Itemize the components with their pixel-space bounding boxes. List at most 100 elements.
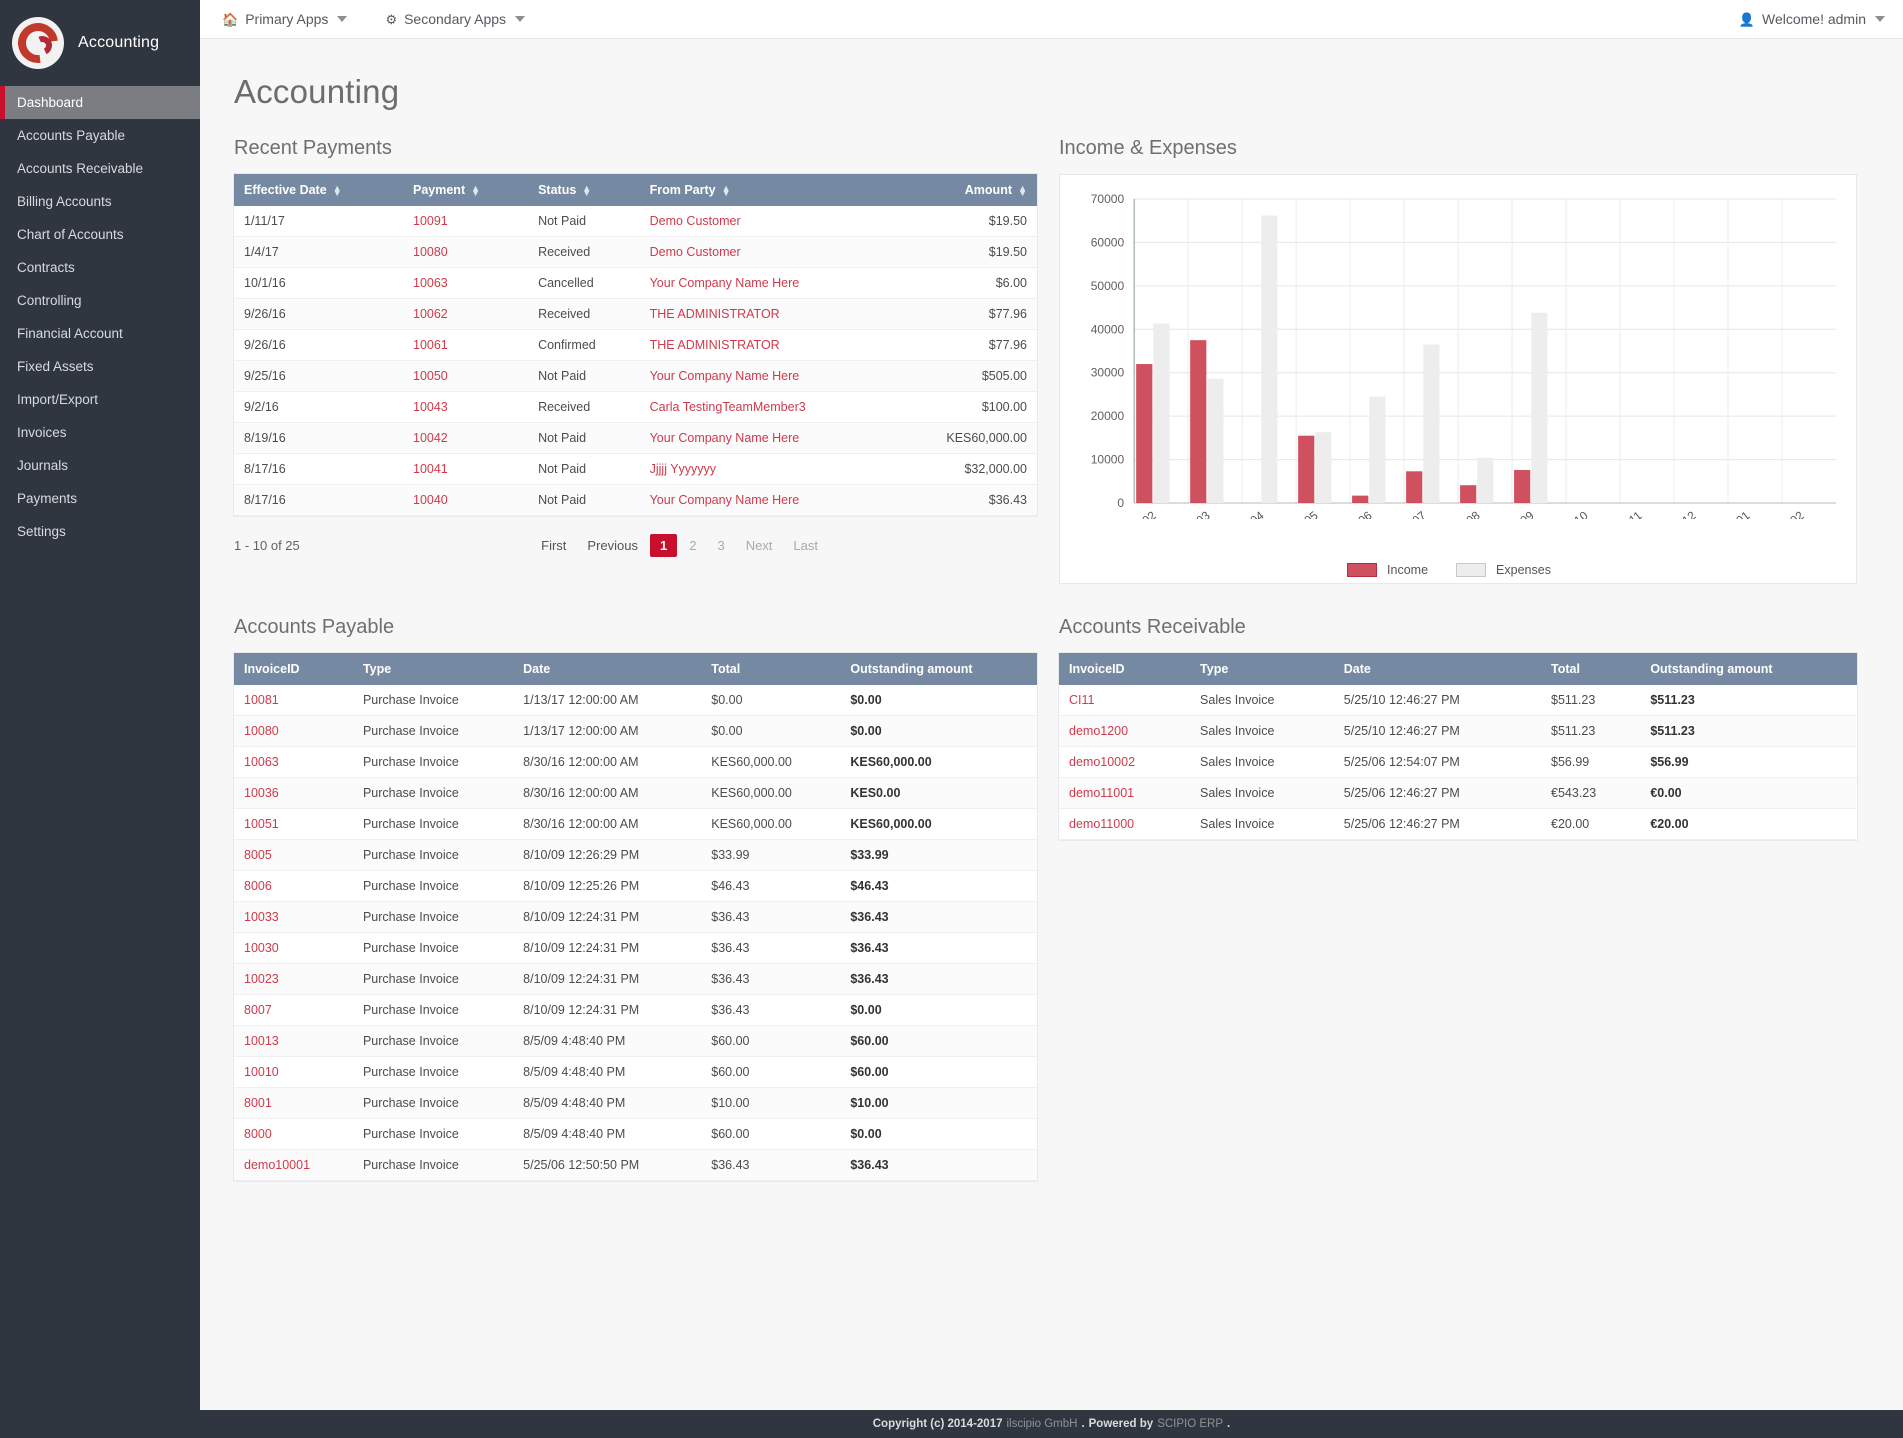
pagination-page-1[interactable]: 1 (650, 534, 677, 557)
table-row[interactable]: 9/26/1610062ReceivedTHE ADMINISTRATOR$77… (234, 299, 1037, 330)
record-link[interactable]: 10013 (244, 1034, 279, 1048)
sidebar-item-billing-accounts[interactable]: Billing Accounts (0, 185, 200, 218)
pagination-previous[interactable]: Previous (578, 534, 647, 557)
column-header-status[interactable]: Status▲▼ (528, 174, 640, 206)
record-link[interactable]: Demo Customer (650, 245, 741, 259)
record-link[interactable]: 10041 (413, 462, 448, 476)
record-link[interactable]: 10030 (244, 941, 279, 955)
chart-bar[interactable] (1207, 379, 1223, 503)
sidebar-item-financial-account[interactable]: Financial Account (0, 317, 200, 350)
sidebar-item-settings[interactable]: Settings (0, 515, 200, 548)
chart-bar[interactable] (1153, 324, 1169, 503)
chart-bar[interactable] (1136, 364, 1152, 503)
record-link[interactable]: demo11001 (1069, 786, 1134, 800)
sort-icon[interactable]: ▲▼ (582, 186, 591, 196)
sidebar-item-payments[interactable]: Payments (0, 482, 200, 515)
table-row[interactable]: 8007Purchase Invoice8/10/09 12:24:31 PM$… (234, 995, 1037, 1026)
table-row[interactable]: 10051Purchase Invoice8/30/16 12:00:00 AM… (234, 809, 1037, 840)
record-link[interactable]: Demo Customer (650, 214, 741, 228)
record-link[interactable]: Your Company Name Here (650, 369, 800, 383)
sidebar-item-fixed-assets[interactable]: Fixed Assets (0, 350, 200, 383)
chart-bar[interactable] (1315, 432, 1331, 503)
chart-bar[interactable] (1460, 485, 1476, 503)
sidebar-item-accounts-payable[interactable]: Accounts Payable (0, 119, 200, 152)
chart-bar[interactable] (1261, 216, 1277, 503)
sidebar-item-dashboard[interactable]: Dashboard (0, 86, 200, 119)
record-link[interactable]: 10023 (244, 972, 279, 986)
chart-bar[interactable] (1298, 436, 1314, 503)
table-row[interactable]: 1/11/1710091Not PaidDemo Customer$19.50 (234, 206, 1037, 237)
table-row[interactable]: 8/17/1610041Not PaidJjjjj Yyyyyyy$32,000… (234, 454, 1037, 485)
table-row[interactable]: CI11Sales Invoice5/25/10 12:46:27 PM$511… (1059, 685, 1857, 716)
record-link[interactable]: 10050 (413, 369, 448, 383)
sort-icon[interactable]: ▲▼ (1018, 186, 1027, 196)
record-link[interactable]: Your Company Name Here (650, 493, 800, 507)
record-link[interactable]: 10080 (244, 724, 279, 738)
chart-bar[interactable] (1352, 496, 1368, 503)
record-link[interactable]: demo10002 (1069, 755, 1135, 769)
table-row[interactable]: 10033Purchase Invoice8/10/09 12:24:31 PM… (234, 902, 1037, 933)
sidebar-item-contracts[interactable]: Contracts (0, 251, 200, 284)
record-link[interactable]: CI11 (1069, 693, 1094, 707)
record-link[interactable]: 10061 (413, 338, 448, 352)
secondary-apps-menu[interactable]: ⚙ Secondary Apps (385, 11, 525, 27)
record-link[interactable]: 10080 (413, 245, 448, 259)
chart-bar[interactable] (1477, 458, 1493, 503)
chart-bar[interactable] (1190, 340, 1206, 503)
table-row[interactable]: 10/1/1610063CancelledYour Company Name H… (234, 268, 1037, 299)
record-link[interactable]: Carla TestingTeamMember3 (650, 400, 806, 414)
table-row[interactable]: 10081Purchase Invoice1/13/17 12:00:00 AM… (234, 685, 1037, 716)
table-row[interactable]: demo1200Sales Invoice5/25/10 12:46:27 PM… (1059, 716, 1857, 747)
sort-icon[interactable]: ▲▼ (722, 186, 731, 196)
column-header-amount[interactable]: Amount▲▼ (892, 174, 1037, 206)
table-row[interactable]: 9/2/1610043ReceivedCarla TestingTeamMemb… (234, 392, 1037, 423)
footer-company[interactable]: ilscipio GmbH (1007, 1418, 1078, 1430)
table-row[interactable]: 8005Purchase Invoice8/10/09 12:26:29 PM$… (234, 840, 1037, 871)
sidebar-item-import-export[interactable]: Import/Export (0, 383, 200, 416)
table-row[interactable]: 10080Purchase Invoice1/13/17 12:00:00 AM… (234, 716, 1037, 747)
table-row[interactable]: 8001Purchase Invoice8/5/09 4:48:40 PM$10… (234, 1088, 1037, 1119)
record-link[interactable]: 10036 (244, 786, 279, 800)
brand-header[interactable]: Accounting (0, 0, 200, 86)
record-link[interactable]: 10043 (413, 400, 448, 414)
sidebar-item-journals[interactable]: Journals (0, 449, 200, 482)
table-row[interactable]: 9/26/1610061ConfirmedTHE ADMINISTRATOR$7… (234, 330, 1037, 361)
table-row[interactable]: demo10001Purchase Invoice5/25/06 12:50:5… (234, 1150, 1037, 1181)
sidebar-item-controlling[interactable]: Controlling (0, 284, 200, 317)
table-row[interactable]: 1/4/1710080ReceivedDemo Customer$19.50 (234, 237, 1037, 268)
footer-product[interactable]: SCIPIO ERP (1157, 1418, 1223, 1430)
record-link[interactable]: 10040 (413, 493, 448, 507)
chart-bar[interactable] (1531, 313, 1547, 503)
record-link[interactable]: 10051 (244, 817, 279, 831)
table-row[interactable]: 9/25/1610050Not PaidYour Company Name He… (234, 361, 1037, 392)
record-link[interactable]: THE ADMINISTRATOR (650, 307, 780, 321)
chart-bar[interactable] (1423, 344, 1439, 503)
table-row[interactable]: 8000Purchase Invoice8/5/09 4:48:40 PM$60… (234, 1119, 1037, 1150)
record-link[interactable]: 8000 (244, 1127, 272, 1141)
sidebar-item-chart-of-accounts[interactable]: Chart of Accounts (0, 218, 200, 251)
table-row[interactable]: 10023Purchase Invoice8/10/09 12:24:31 PM… (234, 964, 1037, 995)
record-link[interactable]: 10081 (244, 693, 279, 707)
record-link[interactable]: 10033 (244, 910, 279, 924)
record-link[interactable]: 8005 (244, 848, 272, 862)
column-header-payment[interactable]: Payment▲▼ (403, 174, 528, 206)
column-header-from-party[interactable]: From Party▲▼ (640, 174, 893, 206)
user-menu[interactable]: 👤 Welcome! admin (1739, 11, 1885, 27)
record-link[interactable]: Your Company Name Here (650, 276, 800, 290)
pagination-last[interactable]: Last (784, 534, 827, 557)
table-row[interactable]: 8/19/1610042Not PaidYour Company Name He… (234, 423, 1037, 454)
primary-apps-menu[interactable]: 🏠 Primary Apps (222, 11, 347, 27)
record-link[interactable]: 10042 (413, 431, 448, 445)
record-link[interactable]: Your Company Name Here (650, 431, 800, 445)
table-row[interactable]: demo11001Sales Invoice5/25/06 12:46:27 P… (1059, 778, 1857, 809)
record-link[interactable]: THE ADMINISTRATOR (650, 338, 780, 352)
record-link[interactable]: 10062 (413, 307, 448, 321)
table-row[interactable]: 10010Purchase Invoice8/5/09 4:48:40 PM$6… (234, 1057, 1037, 1088)
chart-bar[interactable] (1369, 397, 1385, 503)
table-row[interactable]: 8/17/1610040Not PaidYour Company Name He… (234, 485, 1037, 516)
table-row[interactable]: 10013Purchase Invoice8/5/09 4:48:40 PM$6… (234, 1026, 1037, 1057)
table-row[interactable]: 10036Purchase Invoice8/30/16 12:00:00 AM… (234, 778, 1037, 809)
table-row[interactable]: 10030Purchase Invoice8/10/09 12:24:31 PM… (234, 933, 1037, 964)
record-link[interactable]: Jjjjj Yyyyyyy (650, 462, 716, 476)
pagination-next[interactable]: Next (737, 534, 782, 557)
